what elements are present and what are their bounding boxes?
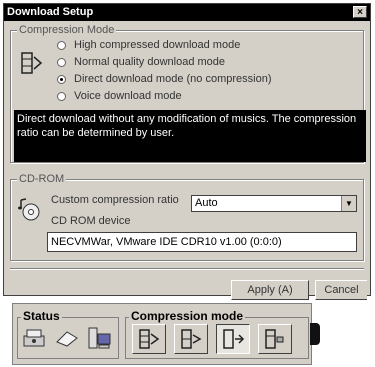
- download-setup-dialog: Download Setup × Compression Mode High c…: [3, 3, 371, 300]
- ratio-value: Auto: [195, 197, 218, 209]
- mode-description: Direct download without any modification…: [14, 110, 366, 162]
- mode-high-icon: [139, 329, 160, 349]
- compression-icon: [21, 52, 43, 74]
- radio-button[interactable]: [57, 74, 66, 84]
- mode-high-button[interactable]: [132, 324, 166, 354]
- cancel-button[interactable]: Cancel: [315, 280, 367, 300]
- radio-button[interactable]: [57, 57, 66, 67]
- radio-normal-quality[interactable]: Normal quality download mode: [57, 54, 225, 70]
- status-group: Status: [17, 309, 119, 359]
- radio-high-compressed[interactable]: High compressed download mode: [57, 37, 240, 53]
- cd-music-icon: [18, 198, 40, 221]
- title-bar: Download Setup ×: [4, 4, 370, 21]
- radio-button[interactable]: [57, 40, 66, 50]
- ratio-label: Custom compression ratio: [51, 194, 179, 206]
- device-label: CD ROM device: [51, 215, 131, 227]
- chevron-down-icon[interactable]: ▼: [341, 196, 356, 211]
- cdrom-group: CD-ROM Custom compression ratio Auto ▼ C…: [10, 173, 364, 261]
- mode-voice-button[interactable]: [258, 324, 292, 354]
- panel-handle: [310, 323, 320, 345]
- mode-direct-button[interactable]: [216, 324, 250, 354]
- cdrom-label: CD-ROM: [17, 173, 67, 185]
- radio-label: Voice download mode: [74, 90, 182, 102]
- card-icon: [56, 331, 78, 347]
- radio-label: Direct download mode (no compression): [74, 73, 272, 85]
- compression-mode-label: Compression Mode: [17, 24, 117, 36]
- device-icon: [23, 329, 45, 347]
- computer-icon: [88, 327, 111, 349]
- compression-mode-toolbar: Compression mode: [125, 309, 309, 359]
- mode-normal-icon: [181, 329, 202, 349]
- device-field[interactable]: NECVMWar, VMware IDE CDR10 v1.00 (0:0:0): [47, 232, 357, 252]
- radio-label: Normal quality download mode: [74, 56, 226, 68]
- divider: [10, 268, 364, 270]
- compression-mode-group: Compression Mode High compressed downloa…: [10, 24, 366, 163]
- status-label: Status: [21, 309, 62, 323]
- radio-voice-download[interactable]: Voice download mode: [57, 88, 182, 104]
- toolbar-panel: Status Compression mode: [12, 303, 312, 365]
- compression-mode-toolbar-label: Compression mode: [129, 309, 246, 323]
- mode-direct-icon: [223, 329, 245, 349]
- apply-button[interactable]: Apply (A): [231, 280, 309, 300]
- dialog-title: Download Setup: [7, 6, 94, 18]
- ratio-select[interactable]: Auto ▼: [191, 195, 357, 212]
- radio-button[interactable]: [57, 91, 66, 101]
- mode-normal-button[interactable]: [174, 324, 208, 354]
- close-button[interactable]: ×: [353, 6, 367, 18]
- radio-label: High compressed download mode: [74, 39, 241, 51]
- radio-direct-download[interactable]: Direct download mode (no compression): [57, 71, 271, 87]
- mode-voice-icon: [265, 329, 284, 349]
